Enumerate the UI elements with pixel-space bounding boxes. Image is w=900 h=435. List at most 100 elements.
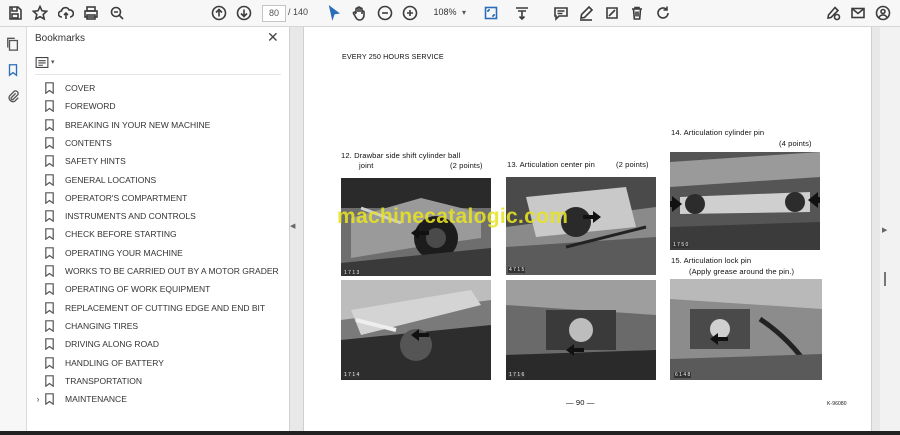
bookmark-icon (45, 282, 57, 296)
bookmark-label: BREAKING IN YOUR NEW MACHINE (65, 119, 211, 130)
fig-label-6: 6 1 4 8 (674, 372, 692, 378)
bottom-edge (0, 431, 900, 435)
bookmark-icon (45, 301, 57, 315)
zoom-out-icon[interactable] (376, 4, 394, 22)
bookmark-item[interactable]: › MAINTENANCE (33, 390, 283, 408)
bookmark-label: FOREWORD (65, 101, 116, 112)
bookmark-label: INSTRUMENTS AND CONTROLS (65, 211, 196, 222)
bookmark-label: CHANGING TIRES (65, 320, 139, 331)
photo-articulation-center-pin-bottom (506, 280, 656, 380)
account-icon[interactable] (874, 4, 892, 22)
bookmark-icon (45, 227, 57, 241)
scrollbar-thumb[interactable] (884, 272, 886, 286)
bookmark-item[interactable]: OPERATING OF WORK EQUIPMENT (33, 280, 283, 298)
draw-pen-icon[interactable] (577, 4, 595, 22)
bookmark-options-button[interactable]: ▾ (35, 55, 61, 69)
fig-label-1: 1 7 1 3 (343, 270, 361, 276)
close-panel-button[interactable]: ✕ (267, 29, 279, 46)
item14-points: (4 points) (779, 139, 812, 148)
email-icon[interactable] (849, 4, 867, 22)
zoom-level-select[interactable]: 108% (424, 5, 466, 20)
comment-icon[interactable] (552, 4, 570, 22)
bookmark-item[interactable]: COVER (33, 79, 283, 97)
bookmark-panel-icon[interactable] (4, 61, 22, 79)
bookmark-item[interactable]: CONTENTS (33, 134, 283, 152)
bookmark-icon (45, 337, 57, 351)
bookmark-label: OPERATING OF WORK EQUIPMENT (65, 284, 211, 295)
item13-points: (2 points) (616, 160, 649, 169)
bookmark-label: GENERAL LOCATIONS (65, 174, 157, 185)
fig-label-5: 1 7 5 0 (672, 242, 690, 248)
bookmark-item[interactable]: SAFETY HINTS (33, 152, 283, 170)
expand-chevron-icon[interactable]: › (33, 394, 43, 404)
fig-label-2: 1 7 1 4 (343, 372, 361, 378)
bookmark-label: OPERATING YOUR MACHINE (65, 247, 183, 258)
bookmark-item[interactable]: HANDLING OF BATTERY (33, 354, 283, 372)
list-options-icon (35, 56, 49, 68)
bookmark-item[interactable]: OPERATING YOUR MACHINE (33, 244, 283, 262)
panel-title: Bookmarks (35, 33, 86, 44)
main-toolbar: 80 / 140 108% ▾ (0, 0, 900, 27)
zoom-dropdown-caret[interactable]: ▾ (462, 5, 466, 20)
bookmark-label: CHECK BEFORE STARTING (65, 229, 177, 240)
pdf-page: EVERY 250 HOURS SERVICE 12. Drawbar side… (303, 27, 872, 435)
watermark-text: machinecatalogic.com (337, 205, 569, 228)
bookmark-icon (45, 99, 57, 113)
bookmark-item[interactable]: REPLACEMENT OF CUTTING EDGE AND END BIT (33, 299, 283, 317)
collapse-panel-handle[interactable]: ◀ (290, 222, 295, 230)
bookmark-item[interactable]: BREAKING IN YOUR NEW MACHINE (33, 116, 283, 134)
document-viewport[interactable]: EVERY 250 HOURS SERVICE 12. Drawbar side… (290, 27, 900, 435)
item12-title: 12. Drawbar side shift cylinder ball (341, 151, 461, 160)
scroll-mode-icon[interactable] (513, 4, 531, 22)
bookmark-label: SAFETY HINTS (65, 156, 126, 167)
star-icon[interactable] (31, 4, 49, 22)
fit-page-icon[interactable] (482, 4, 500, 22)
item13-title: 13. Articulation center pin (507, 160, 595, 169)
expand-right-handle[interactable]: ▶ (882, 226, 887, 234)
save-icon[interactable] (6, 4, 24, 22)
photo-articulation-lock-pin (670, 279, 822, 380)
bookmark-item[interactable]: TRANSPORTATION (33, 372, 283, 390)
next-page-icon[interactable] (235, 4, 253, 22)
item12-title-cont: joint (359, 161, 374, 170)
previous-page-icon[interactable] (210, 4, 228, 22)
attachment-icon[interactable] (4, 87, 22, 105)
print-icon[interactable] (82, 4, 100, 22)
page-total-label: / 140 (288, 7, 309, 17)
page-number-label: — 90 — (566, 398, 595, 407)
page-number-input[interactable]: 80 (262, 5, 286, 22)
edit-sign-icon[interactable] (824, 4, 842, 22)
bookmark-label: DRIVING ALONG ROAD (65, 339, 159, 350)
hand-tool-icon[interactable] (350, 4, 368, 22)
bookmark-item[interactable]: GENERAL LOCATIONS (33, 171, 283, 189)
section-header: EVERY 250 HOURS SERVICE (342, 52, 444, 61)
bookmark-label: HANDLING OF BATTERY (65, 357, 164, 368)
highlight-icon[interactable] (603, 4, 621, 22)
bookmark-item[interactable]: CHECK BEFORE STARTING (33, 225, 283, 243)
bookmark-icon (45, 136, 57, 150)
bookmark-item[interactable]: OPERATOR'S COMPARTMENT (33, 189, 283, 207)
bookmark-icon (45, 173, 57, 187)
select-cursor-icon[interactable] (325, 4, 343, 22)
photo-drawbar-ball-joint-bottom (341, 280, 491, 380)
bookmark-item[interactable]: WORKS TO BE CARRIED OUT BY A MOTOR GRADE… (33, 262, 283, 280)
cloud-upload-icon[interactable] (57, 4, 75, 22)
bookmarks-panel: Bookmarks ✕ ▾ COVER FOREWORD BREAKING IN Y… (27, 27, 290, 435)
bookmark-item[interactable]: CHANGING TIRES (33, 317, 283, 335)
bookmark-item[interactable]: INSTRUMENTS AND CONTROLS (33, 207, 283, 225)
delete-icon[interactable] (628, 4, 646, 22)
item14-title: 14. Articulation cylinder pin (671, 128, 765, 137)
zoom-search-icon[interactable] (108, 4, 126, 22)
bookmark-item[interactable]: DRIVING ALONG ROAD (33, 335, 283, 353)
rotate-icon[interactable] (654, 4, 672, 22)
bookmark-icon (45, 356, 57, 370)
bookmark-item[interactable]: FOREWORD (33, 97, 283, 115)
bookmark-label: WORKS TO BE CARRIED OUT BY A MOTOR GRADE… (65, 266, 279, 276)
options-caret: ▾ (51, 59, 55, 66)
zoom-in-icon[interactable] (401, 4, 419, 22)
bookmark-icon (45, 246, 57, 260)
page-thumbnails-icon[interactable] (4, 35, 22, 53)
item15-note: (Apply grease around the pin.) (689, 267, 795, 276)
bookmark-icon (45, 374, 57, 388)
bookmark-icon (45, 118, 57, 132)
